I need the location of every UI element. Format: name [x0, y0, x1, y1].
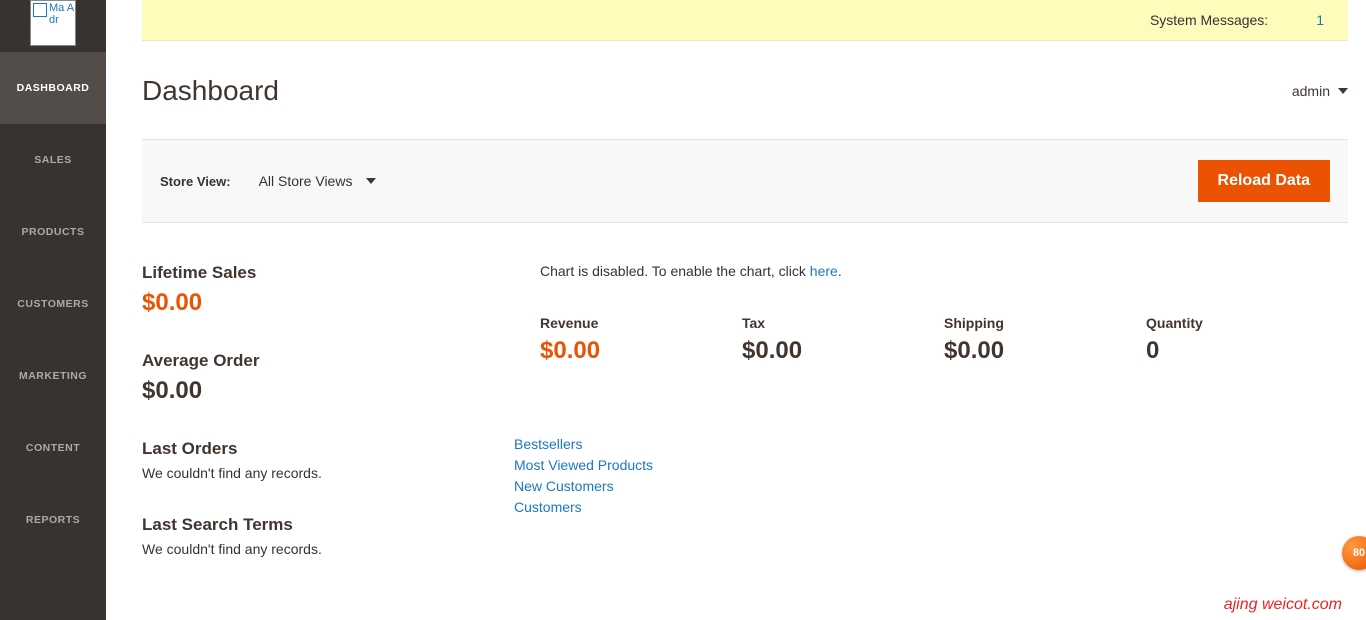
- user-menu[interactable]: admin: [1292, 83, 1348, 99]
- sidebar: Ma Adr DASHBOARD SALES PRODUCTS CUSTOMER…: [0, 0, 106, 620]
- nav-products[interactable]: PRODUCTS: [0, 196, 106, 268]
- last-search-terms-empty: We couldn't find any records.: [142, 541, 540, 557]
- tab-bestsellers[interactable]: Bestsellers: [514, 435, 1348, 454]
- last-search-terms-block: Last Search Terms We couldn't find any r…: [142, 515, 540, 557]
- system-messages-count[interactable]: 1: [1316, 12, 1324, 28]
- last-orders-empty: We couldn't find any records.: [142, 465, 540, 481]
- user-name: admin: [1292, 83, 1330, 99]
- system-messages-label: System Messages:: [1150, 12, 1268, 28]
- metric-quantity: Quantity 0: [1146, 315, 1348, 365]
- chart-enable-link[interactable]: here: [810, 263, 838, 279]
- logo[interactable]: Ma Adr: [30, 0, 76, 46]
- store-view-selector[interactable]: All Store Views: [259, 173, 377, 189]
- last-orders-title: Last Orders: [142, 439, 540, 459]
- left-column: Lifetime Sales $0.00 Average Order $0.00…: [142, 263, 540, 591]
- reload-data-button[interactable]: Reload Data: [1198, 160, 1330, 202]
- tab-customers[interactable]: Customers: [514, 498, 1348, 517]
- nav-content[interactable]: CONTENT: [0, 412, 106, 484]
- metric-tax-label: Tax: [742, 315, 944, 331]
- average-order-value: $0.00: [142, 377, 540, 405]
- nav-sales[interactable]: SALES: [0, 124, 106, 196]
- tab-new-customers[interactable]: New Customers: [514, 477, 1348, 496]
- lifetime-sales-title: Lifetime Sales: [142, 263, 540, 283]
- last-search-terms-title: Last Search Terms: [142, 515, 540, 535]
- store-view-label: Store View:: [160, 174, 231, 189]
- metric-shipping-value: $0.00: [944, 337, 1146, 365]
- metric-quantity-label: Quantity: [1146, 315, 1348, 331]
- metric-revenue-label: Revenue: [540, 315, 742, 331]
- metric-tax: Tax $0.00: [742, 315, 944, 365]
- nav-marketing[interactable]: MARKETING: [0, 340, 106, 412]
- tab-most-viewed[interactable]: Most Viewed Products: [514, 456, 1348, 475]
- metrics-row: Revenue $0.00 Tax $0.00 Shipping $0.00: [540, 315, 1348, 365]
- metric-tax-value: $0.00: [742, 337, 944, 365]
- main-content: System Messages: 1 Dashboard admin Store…: [106, 0, 1366, 620]
- tab-links: Bestsellers Most Viewed Products New Cus…: [514, 435, 1348, 517]
- lifetime-sales-block: Lifetime Sales $0.00: [142, 263, 540, 317]
- chart-msg-prefix: Chart is disabled. To enable the chart, …: [540, 263, 810, 279]
- store-toolbar: Store View: All Store Views Reload Data: [142, 139, 1348, 223]
- right-column: Chart is disabled. To enable the chart, …: [540, 263, 1348, 591]
- nav-customers[interactable]: CUSTOMERS: [0, 268, 106, 340]
- average-order-block: Average Order $0.00: [142, 351, 540, 405]
- metric-shipping: Shipping $0.00: [944, 315, 1146, 365]
- watermark: ajing weicot.com: [1224, 596, 1342, 614]
- chevron-down-icon: [366, 178, 376, 184]
- page-title: Dashboard: [142, 75, 279, 107]
- metric-revenue: Revenue $0.00: [540, 315, 742, 365]
- system-messages-bar[interactable]: System Messages: 1: [142, 0, 1348, 41]
- chart-disabled-message: Chart is disabled. To enable the chart, …: [540, 263, 1348, 279]
- average-order-title: Average Order: [142, 351, 540, 371]
- store-view-value: All Store Views: [259, 173, 353, 189]
- nav-dashboard[interactable]: DASHBOARD: [0, 52, 106, 124]
- nav-reports[interactable]: REPORTS: [0, 484, 106, 556]
- lifetime-sales-value: $0.00: [142, 289, 540, 317]
- metric-revenue-value: $0.00: [540, 337, 742, 365]
- chart-msg-suffix: .: [838, 263, 842, 279]
- last-orders-block: Last Orders We couldn't find any records…: [142, 439, 540, 481]
- metric-shipping-label: Shipping: [944, 315, 1146, 331]
- chevron-down-icon: [1338, 88, 1348, 94]
- metric-quantity-value: 0: [1146, 337, 1348, 365]
